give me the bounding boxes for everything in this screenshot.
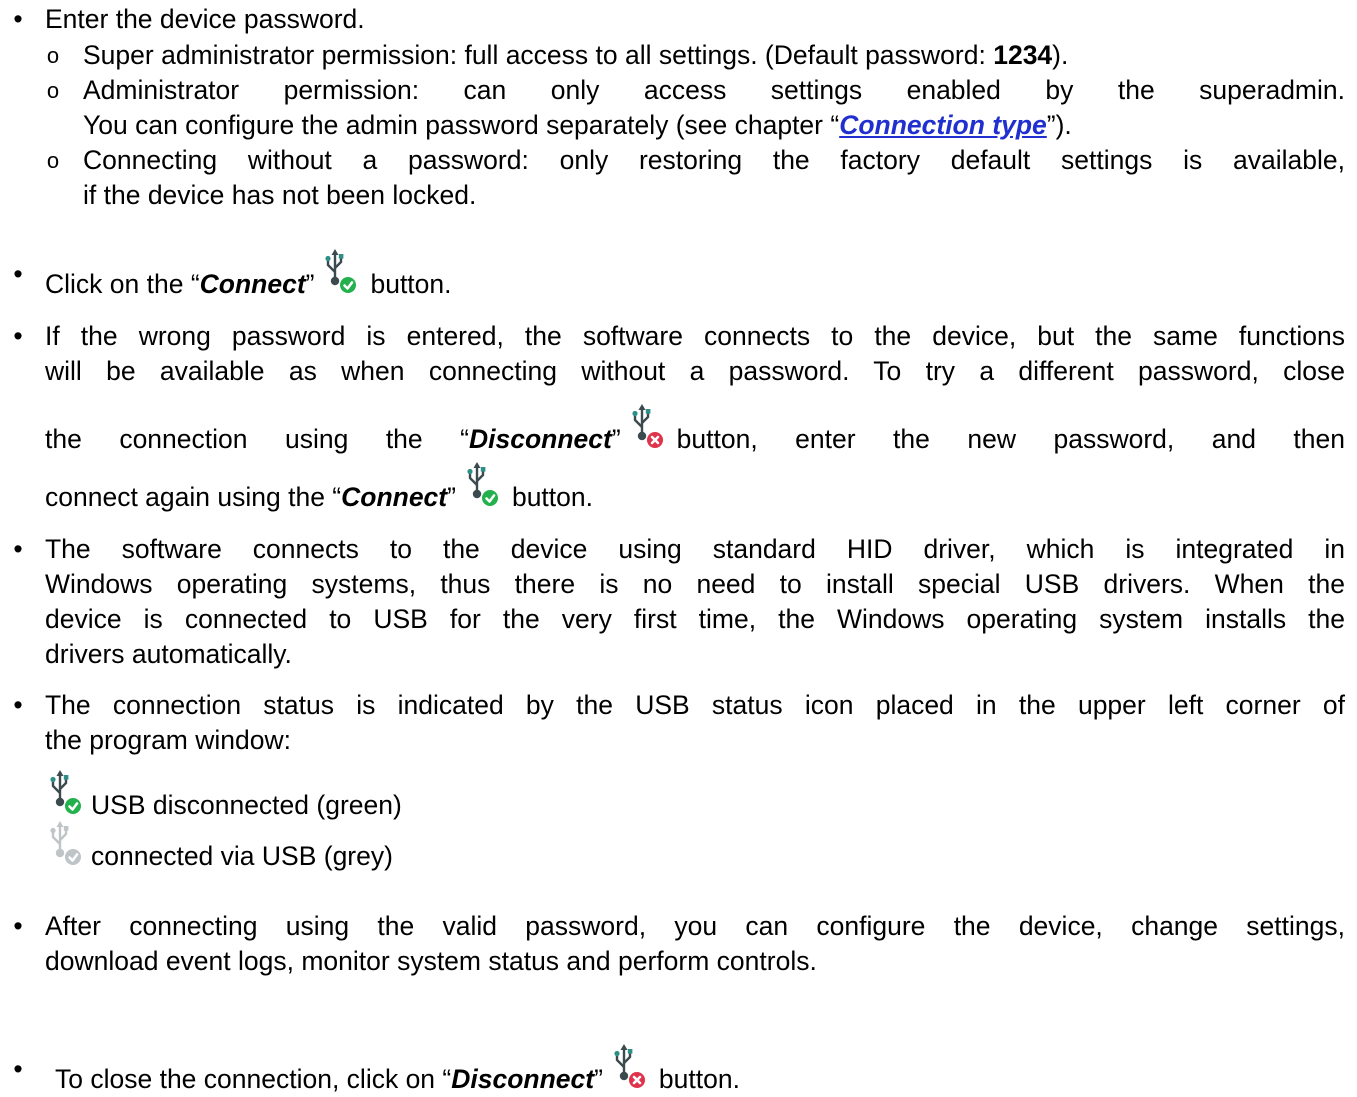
paragraph-text: download event logs, monitor system stat…	[45, 946, 817, 976]
paragraph-text: After connecting using the valid passwor…	[45, 911, 1345, 941]
paragraph-text: If the wrong password is entered, the so…	[45, 321, 1345, 351]
bullet: •	[13, 534, 23, 564]
paragraph-text: will be available as when connecting wit…	[45, 356, 1345, 386]
paragraph-text: device is connected to USB for the very …	[45, 604, 1345, 634]
paragraph-text: connect again using the “Connect” button.	[45, 462, 1345, 515]
sub-bullet: o	[46, 78, 60, 103]
paragraph-text: You can configure the admin password sep…	[83, 110, 1072, 140]
bullet: •	[13, 1054, 23, 1084]
usb-grey-status-icon	[45, 821, 87, 871]
bullet: •	[13, 259, 23, 289]
usb-disconnect-icon	[627, 404, 669, 454]
status-label: USB disconnected (green)	[91, 790, 402, 820]
connection-type-link[interactable]: Connection type	[839, 110, 1047, 140]
paragraph-text: Connecting without a password: only rest…	[83, 145, 1345, 175]
bullet: •	[13, 911, 23, 941]
bullet: •	[13, 4, 23, 34]
paragraph-text: Windows operating systems, thus there is…	[45, 569, 1345, 599]
paragraph-text: if the device has not been locked.	[83, 180, 477, 210]
paragraph-text: The connection status is indicated by th…	[45, 690, 1345, 720]
paragraph-text: Enter the device password.	[45, 4, 365, 34]
paragraph-text: Click on the “Connect” button.	[45, 249, 1345, 302]
bullet: •	[13, 690, 23, 720]
paragraph-text: To close the connection, click on “Disco…	[55, 1044, 1345, 1097]
bullet: •	[13, 321, 23, 351]
usb-connect-icon	[320, 249, 362, 299]
sub-bullet: o	[46, 148, 60, 173]
usb-disconnect-icon	[609, 1044, 651, 1094]
sub-bullet: o	[46, 43, 60, 68]
paragraph-text: the connection using the “Disconnect” but…	[45, 404, 1345, 457]
paragraph-text: drivers automatically.	[45, 639, 292, 669]
paragraph-text: Administrator permission: can only acces…	[83, 75, 1345, 105]
usb-green-status-icon	[45, 770, 87, 820]
paragraph-text: the program window:	[45, 725, 291, 755]
document-page: • Enter the device password. o Super adm…	[0, 0, 1357, 1094]
usb-connect-icon	[462, 462, 504, 512]
paragraph-text: The software connects to the device usin…	[45, 534, 1345, 564]
status-label: connected via USB (grey)	[91, 841, 393, 871]
paragraph-text: Super administrator permission: full acc…	[83, 40, 1069, 70]
